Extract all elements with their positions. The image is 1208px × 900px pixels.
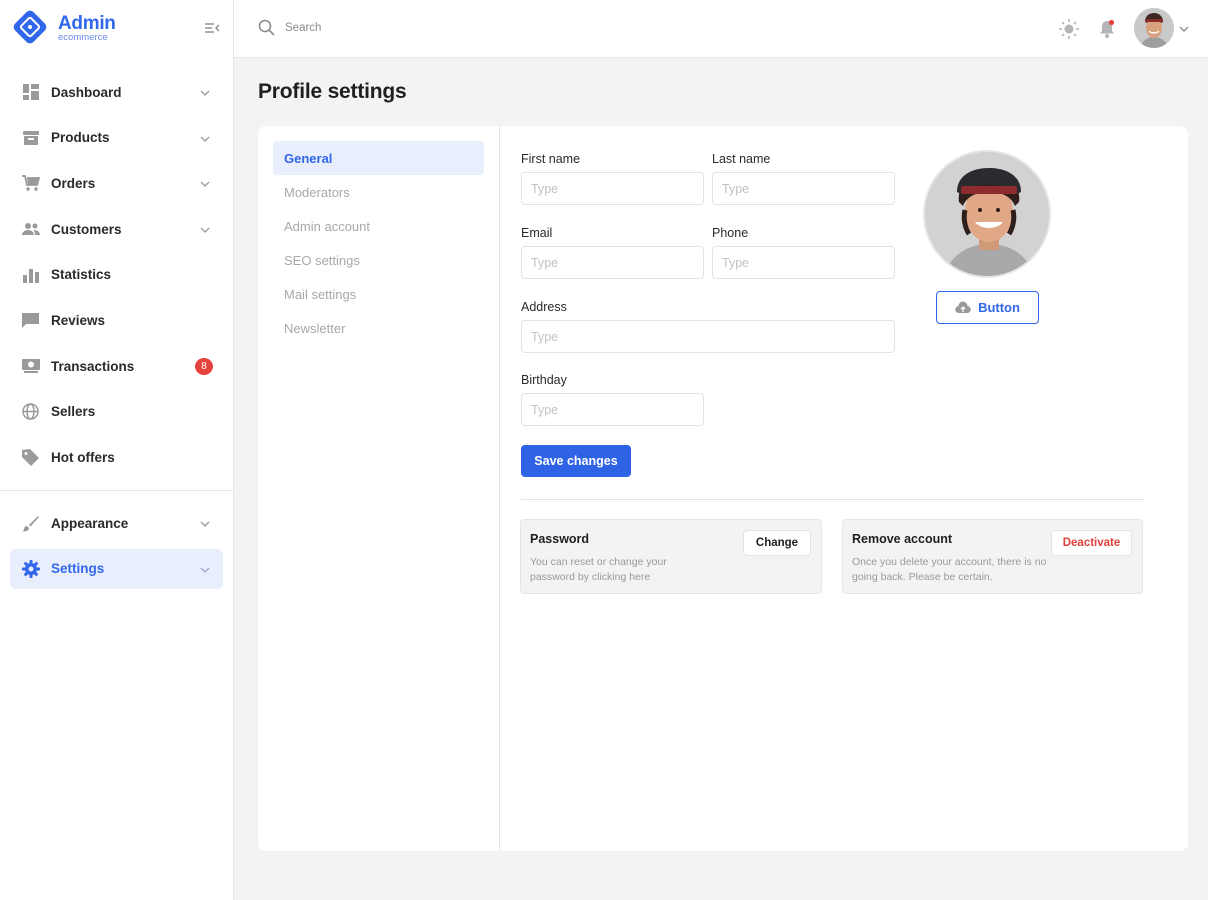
- settings-subnav: General Moderators Admin account SEO set…: [273, 141, 484, 345]
- first-name-group: First name: [521, 152, 704, 205]
- sidebar-item-dashboard[interactable]: Dashboard: [10, 72, 223, 112]
- sidebar-item-statistics[interactable]: Statistics: [10, 255, 223, 295]
- brand-title: Admin: [58, 12, 116, 34]
- address-input[interactable]: [521, 320, 895, 353]
- sidebar-item-settings[interactable]: Settings: [10, 548, 223, 589]
- notification-badge: 8: [195, 358, 213, 376]
- sidebar-item-label: Appearance: [51, 515, 129, 531]
- subnav-item-seo-settings[interactable]: SEO settings: [273, 243, 484, 277]
- sidebar-item-transactions[interactable]: Transactions 8: [10, 346, 223, 386]
- section-divider: [521, 499, 1144, 500]
- sidebar: Admin ecommerce Dashboard Products Order…: [0, 0, 234, 900]
- profile-photo: [923, 150, 1051, 278]
- password-description: You can reset or change your password by…: [530, 556, 667, 583]
- gear-icon: [21, 559, 40, 578]
- search-input[interactable]: [285, 22, 545, 34]
- tag-icon: [21, 448, 40, 467]
- address-group: Address: [521, 300, 895, 353]
- sidebar-item-hot-offers[interactable]: Hot offers: [10, 438, 223, 478]
- chevron-down-icon: [199, 517, 211, 529]
- card-divider: [499, 126, 500, 851]
- upload-photo-label: Button: [978, 300, 1020, 315]
- page-title: Profile settings: [258, 80, 407, 103]
- email-input[interactable]: [521, 246, 704, 279]
- comment-icon: [21, 311, 40, 330]
- chevron-down-icon: [199, 223, 211, 235]
- subnav-item-mail-settings[interactable]: Mail settings: [273, 277, 484, 311]
- profile-settings-card: General Moderators Admin account SEO set…: [258, 126, 1188, 851]
- chevron-down-icon: [199, 177, 211, 189]
- first-name-input[interactable]: [521, 172, 704, 205]
- brand[interactable]: Admin ecommerce: [10, 8, 224, 48]
- cart-icon: [21, 174, 40, 193]
- chevron-down-icon[interactable]: [1178, 22, 1190, 34]
- dashboard-icon: [21, 83, 40, 102]
- sidebar-item-label: Transactions: [51, 358, 135, 374]
- sidebar-secondary-nav: Appearance Settings: [10, 503, 223, 594]
- birthday-label: Birthday: [521, 373, 567, 387]
- sidebar-item-products[interactable]: Products: [10, 118, 223, 158]
- search-bar[interactable]: [258, 16, 558, 40]
- remove-account-description: Once you delete your account, there is n…: [852, 556, 1047, 583]
- money-icon: [21, 357, 40, 376]
- sidebar-item-label: Dashboard: [51, 84, 122, 100]
- phone-input[interactable]: [712, 246, 895, 279]
- sidebar-item-label: Reviews: [51, 312, 106, 328]
- sidebar-item-label: Statistics: [51, 267, 112, 283]
- chevron-down-icon: [199, 563, 211, 575]
- sidebar-item-reviews[interactable]: Reviews: [10, 300, 223, 340]
- sidebar-item-appearance[interactable]: Appearance: [10, 503, 223, 543]
- subnav-item-admin-account[interactable]: Admin account: [273, 209, 484, 243]
- bar-chart-icon: [21, 265, 40, 284]
- sidebar-item-sellers[interactable]: Sellers: [10, 392, 223, 432]
- brand-subtitle: ecommerce: [58, 31, 108, 43]
- cloud-upload-icon: [955, 301, 971, 315]
- logo-icon: [10, 9, 52, 47]
- password-panel: Password You can reset or change your pa…: [520, 519, 822, 594]
- sidebar-item-label: Customers: [51, 221, 122, 237]
- user-avatar[interactable]: [1134, 8, 1174, 48]
- remove-account-panel: Remove account Once you delete your acco…: [842, 519, 1143, 594]
- deactivate-button[interactable]: Deactivate: [1051, 530, 1132, 556]
- phone-group: Phone: [712, 226, 895, 279]
- chevron-down-icon: [199, 132, 211, 144]
- upload-photo-button[interactable]: Button: [936, 291, 1039, 324]
- theme-toggle-icon[interactable]: [1058, 18, 1080, 40]
- collapse-menu-icon[interactable]: [202, 18, 222, 38]
- sidebar-item-label: Orders: [51, 175, 96, 191]
- sidebar-item-label: Sellers: [51, 404, 96, 420]
- email-group: Email: [521, 226, 704, 279]
- sidebar-item-label: Settings: [51, 561, 105, 577]
- search-icon: [258, 19, 276, 37]
- birthday-group: Birthday: [521, 373, 704, 426]
- save-changes-button[interactable]: Save changes: [521, 445, 631, 477]
- remove-account-title: Remove account: [852, 532, 953, 546]
- sidebar-divider: [0, 490, 233, 491]
- subnav-item-general[interactable]: General: [273, 141, 484, 175]
- chevron-down-icon: [199, 86, 211, 98]
- box-icon: [21, 128, 40, 147]
- last-name-label: Last name: [712, 152, 771, 166]
- email-label: Email: [521, 226, 553, 240]
- phone-label: Phone: [712, 226, 749, 240]
- sidebar-item-label: Hot offers: [51, 450, 115, 465]
- address-label: Address: [521, 300, 567, 314]
- people-icon: [21, 220, 40, 239]
- top-header: [234, 0, 1208, 58]
- sidebar-item-orders[interactable]: Orders: [10, 163, 223, 203]
- subnav-item-newsletter[interactable]: Newsletter: [273, 311, 484, 345]
- last-name-input[interactable]: [712, 172, 895, 205]
- first-name-label: First name: [521, 152, 581, 166]
- last-name-group: Last name: [712, 152, 895, 205]
- password-title: Password: [530, 532, 590, 546]
- bell-icon[interactable]: [1096, 18, 1118, 40]
- change-password-button[interactable]: Change: [743, 530, 811, 556]
- sidebar-nav: Dashboard Products Orders Customers Stat…: [10, 72, 223, 483]
- globe-icon: [21, 402, 40, 421]
- sidebar-item-label: Products: [51, 130, 110, 146]
- sidebar-item-customers[interactable]: Customers: [10, 209, 223, 249]
- subnav-item-moderators[interactable]: Moderators: [273, 175, 484, 209]
- brush-icon: [21, 514, 40, 533]
- birthday-input[interactable]: [521, 393, 704, 426]
